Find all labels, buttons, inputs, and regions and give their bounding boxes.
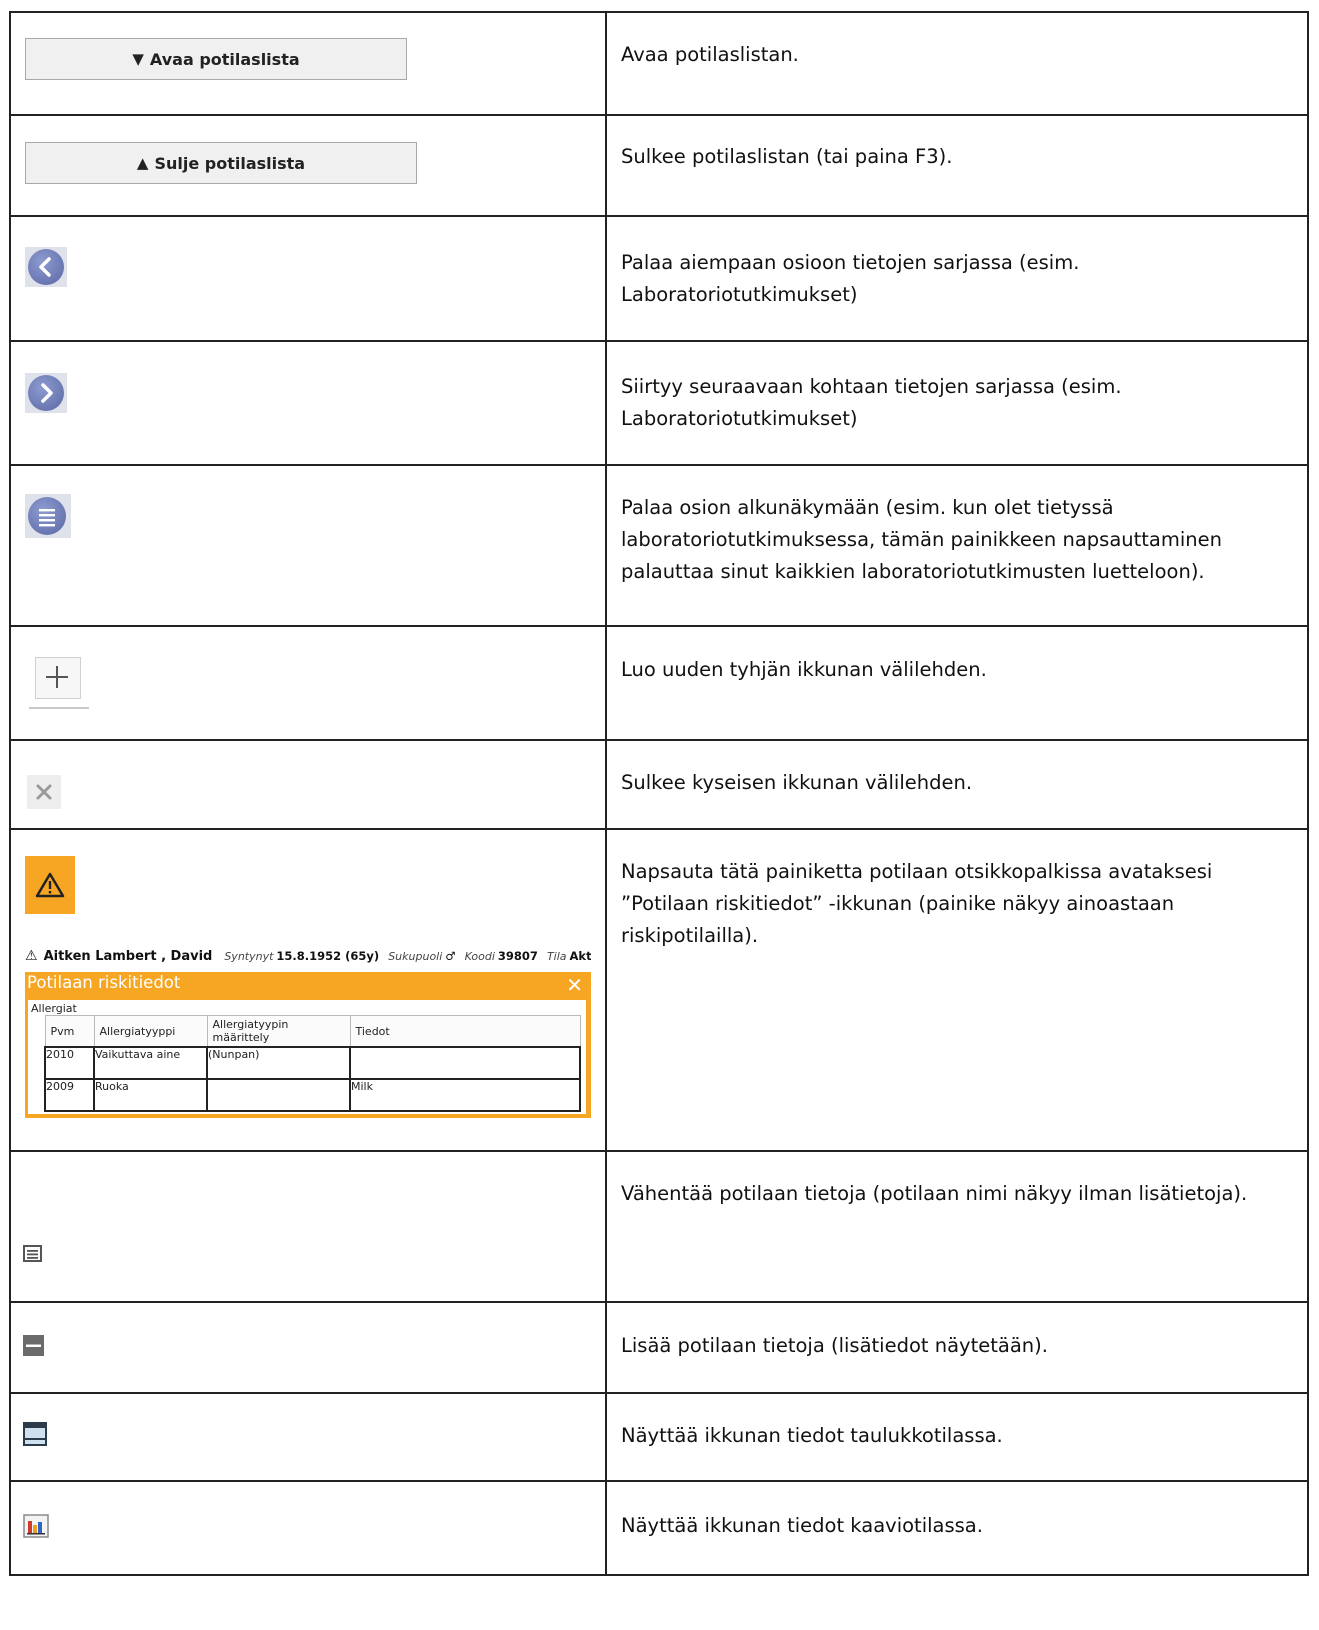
table-view-icon[interactable] [23, 1422, 47, 1446]
open-patient-list-button[interactable]: ▼ Avaa potilaslista [25, 38, 407, 80]
plus-icon[interactable] [29, 657, 89, 709]
icon-reference-table: ▼ Avaa potilaslista Avaa potilaslistan. … [9, 11, 1309, 1576]
row-description: Sulkee kyseisen ikkunan välilehden. [621, 771, 973, 794]
patient-risk-illustration: ⚠ Aitken Lambert , David Syntynyt 15.8.1… [25, 942, 591, 1118]
table-row: ▲ Sulje potilaslista Sulkee potilaslista… [9, 114, 1309, 217]
table-row: Sulkee kyseisen ikkunan välilehden. [9, 739, 1309, 830]
row-description: Napsauta tätä painiketta potilaan otsikk… [621, 860, 1213, 947]
table-row: Vähentää potilaan tietoja (potilaan nimi… [9, 1150, 1309, 1303]
table-row: Siirtyy seuraavaan kohtaan tietojen sarj… [9, 340, 1309, 466]
table-row: Näyttää ikkunan tiedot kaaviotilassa. [9, 1480, 1309, 1576]
row-description: Palaa osion alkunäkymään (esim. kun olet… [621, 496, 1222, 583]
table-row: Palaa osion alkunäkymään (esim. kun olet… [9, 464, 1309, 627]
table-row: Palaa aiempaan osioon tietojen sarjassa … [9, 215, 1309, 342]
open-list-arrow-icon: ▼ [132, 50, 144, 68]
table-row: Luo uuden tyhjän ikkunan välilehden. [9, 625, 1309, 741]
allergy-table: Pvm Allergiatyyppi Allergiatyypin määrit… [44, 1015, 581, 1112]
row-description: Sulkee potilaslistan (tai paina F3). [621, 145, 953, 168]
table-header-row: Pvm Allergiatyyppi Allergiatyypin määrit… [44, 1015, 581, 1048]
row-description: Siirtyy seuraavaan kohtaan tietojen sarj… [621, 375, 1122, 430]
eject-icon: ▲ [136, 154, 149, 172]
risk-popup-title: Potilaan riskitiedot [27, 973, 181, 992]
row-description: Näyttää ikkunan tiedot taulukkotilassa. [621, 1424, 1003, 1447]
chevron-left-circle-icon[interactable] [25, 247, 67, 287]
row-description: Avaa potilaslistan. [621, 43, 799, 66]
risk-popup-window: Potilaan riskitiedot ✕ Allergiat Pvm All… [25, 972, 591, 1118]
table-row: ▼ Avaa potilaslista Avaa potilaslistan. [9, 11, 1309, 116]
patient-name: Aitken Lambert , David [43, 948, 213, 964]
row-description: Vähentää potilaan tietoja (potilaan nimi… [621, 1182, 1248, 1205]
allergies-section-label: Allergiat [31, 1002, 77, 1015]
chart-view-icon[interactable] [23, 1514, 49, 1538]
close-icon[interactable] [27, 775, 61, 809]
table-row: Näyttää ikkunan tiedot taulukkotilassa. [9, 1392, 1309, 1482]
table-row[interactable]: 2010 Vaikuttava aine (Nunpan) [44, 1046, 581, 1080]
expand-info-icon[interactable] [23, 1335, 45, 1357]
row-description: Lisää potilaan tietoja (lisätiedot näyte… [621, 1334, 1048, 1357]
risk-popup-panel: Allergiat Pvm Allergiatyyppi Allergiatyy… [28, 1000, 586, 1114]
close-icon[interactable]: ✕ [566, 973, 583, 997]
patient-header-bar: ⚠ Aitken Lambert , David Syntynyt 15.8.1… [25, 948, 591, 964]
male-icon: ♂ [445, 949, 456, 963]
reduce-info-icon[interactable] [23, 1244, 43, 1264]
close-patient-list-button[interactable]: ▲ Sulje potilaslista [25, 142, 417, 184]
warning-icon[interactable] [25, 856, 75, 914]
row-description: Palaa aiempaan osioon tietojen sarjassa … [621, 251, 1080, 306]
row-description: Näyttää ikkunan tiedot kaaviotilassa. [621, 1514, 983, 1537]
table-row[interactable]: 2009 Ruoka Milk [44, 1078, 581, 1112]
row-description: Luo uuden tyhjän ikkunan välilehden. [621, 658, 987, 681]
chevron-right-circle-icon[interactable] [25, 373, 67, 413]
table-row: ⚠ Aitken Lambert , David Syntynyt 15.8.1… [9, 828, 1309, 1152]
table-row: Lisää potilaan tietoja (lisätiedot näyte… [9, 1301, 1309, 1394]
warning-small-icon: ⚠ [25, 948, 38, 964]
list-circle-icon[interactable] [25, 494, 71, 538]
